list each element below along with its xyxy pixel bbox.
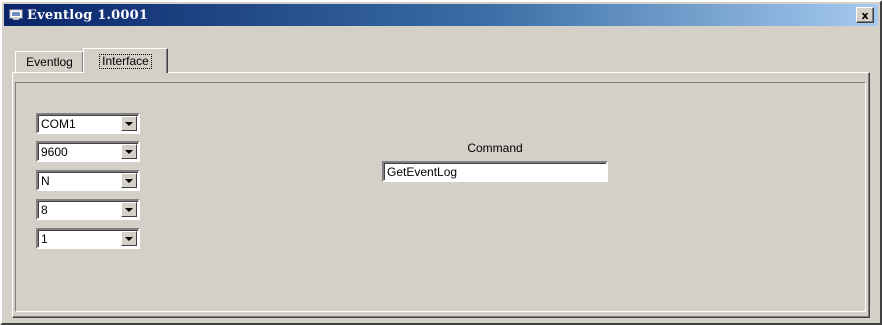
command-label: Command — [467, 141, 523, 155]
parity-value: N — [41, 174, 50, 188]
tab-eventlog[interactable]: Eventlog — [15, 51, 84, 72]
dropdown-arrow-icon[interactable] — [121, 144, 137, 159]
tab-interface-label: Interface — [99, 53, 152, 69]
parity-select[interactable]: N — [36, 170, 140, 191]
close-icon: x — [861, 8, 869, 22]
databits-select[interactable]: 8 — [36, 199, 140, 220]
baud-value: 9600 — [41, 145, 68, 159]
dropdown-arrow-icon[interactable] — [121, 231, 137, 246]
command-input[interactable] — [382, 161, 608, 182]
dropdown-arrow-icon[interactable] — [121, 116, 137, 131]
stopbits-select[interactable]: 1 — [36, 228, 140, 249]
stopbits-value: 1 — [41, 232, 48, 246]
baud-select[interactable]: 9600 — [36, 141, 140, 162]
title-bar[interactable]: Eventlog 1.0001 x — [4, 4, 878, 26]
close-button[interactable]: x — [856, 7, 874, 23]
app-window: Eventlog 1.0001 x Eventlog Interface COM… — [0, 0, 882, 325]
port-value: COM1 — [41, 117, 76, 131]
interface-frame — [15, 82, 866, 312]
tab-eventlog-label: Eventlog — [26, 55, 73, 69]
dropdown-arrow-icon[interactable] — [121, 173, 137, 188]
app-icon — [9, 8, 23, 22]
tab-interface[interactable]: Interface — [83, 48, 168, 73]
port-select[interactable]: COM1 — [36, 113, 140, 134]
databits-value: 8 — [41, 203, 48, 217]
dropdown-arrow-icon[interactable] — [121, 202, 137, 217]
window-title: Eventlog 1.0001 — [27, 7, 149, 23]
